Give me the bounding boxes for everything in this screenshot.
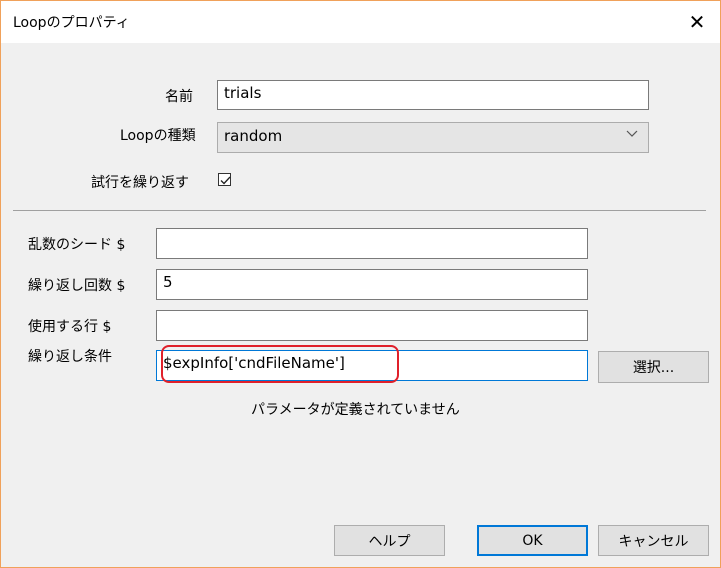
name-label: 名前 bbox=[165, 89, 193, 105]
help-button[interactable]: ヘルプ bbox=[334, 525, 445, 556]
help-button-label: ヘルプ bbox=[368, 533, 411, 550]
cancel-button[interactable]: キャンセル bbox=[598, 525, 709, 556]
close-button[interactable]: ✕ bbox=[674, 1, 720, 43]
checkmark-icon bbox=[220, 176, 231, 185]
name-field[interactable]: trials bbox=[217, 80, 649, 110]
ok-button[interactable]: OK bbox=[477, 525, 588, 556]
cancel-button-label: キャンセル bbox=[618, 533, 689, 550]
close-icon: ✕ bbox=[688, 10, 706, 34]
loop-type-value: random bbox=[224, 127, 283, 145]
n-reps-label: 繰り返し回数 $ bbox=[28, 278, 126, 294]
ok-button-label: OK bbox=[522, 532, 543, 549]
conditions-field[interactable]: $expInfo['cndFileName'] bbox=[156, 350, 588, 381]
conditions-label: 繰り返し条件 bbox=[28, 349, 112, 365]
status-message: パラメータが定義されていません bbox=[251, 402, 460, 418]
window-title: Loopのプロパティ bbox=[13, 15, 130, 31]
title-bar: Loopのプロパティ ✕ bbox=[1, 1, 720, 43]
n-reps-value: 5 bbox=[163, 273, 173, 291]
conditions-value: $expInfo['cndFileName'] bbox=[163, 354, 345, 372]
selected-rows-label: 使用する行 $ bbox=[28, 319, 112, 335]
random-seed-label: 乱数のシード $ bbox=[28, 237, 126, 253]
selected-rows-field[interactable] bbox=[156, 310, 588, 341]
loop-type-label: Loopの種類 bbox=[120, 128, 196, 144]
n-reps-field[interactable]: 5 bbox=[156, 269, 588, 300]
repeat-trials-checkbox[interactable] bbox=[218, 173, 231, 186]
chevron-down-icon bbox=[626, 127, 638, 143]
name-value: trials bbox=[224, 84, 262, 102]
browse-button-label: 選択... bbox=[632, 360, 675, 376]
loop-properties-dialog: Loopのプロパティ ✕ 名前 trials Loopの種類 random 試行… bbox=[0, 0, 721, 568]
section-divider bbox=[13, 210, 706, 211]
repeat-trials-label: 試行を繰り返す bbox=[91, 175, 189, 191]
browse-button[interactable]: 選択... bbox=[598, 351, 709, 383]
random-seed-field[interactable] bbox=[156, 228, 588, 259]
loop-type-select[interactable]: random bbox=[217, 122, 649, 153]
